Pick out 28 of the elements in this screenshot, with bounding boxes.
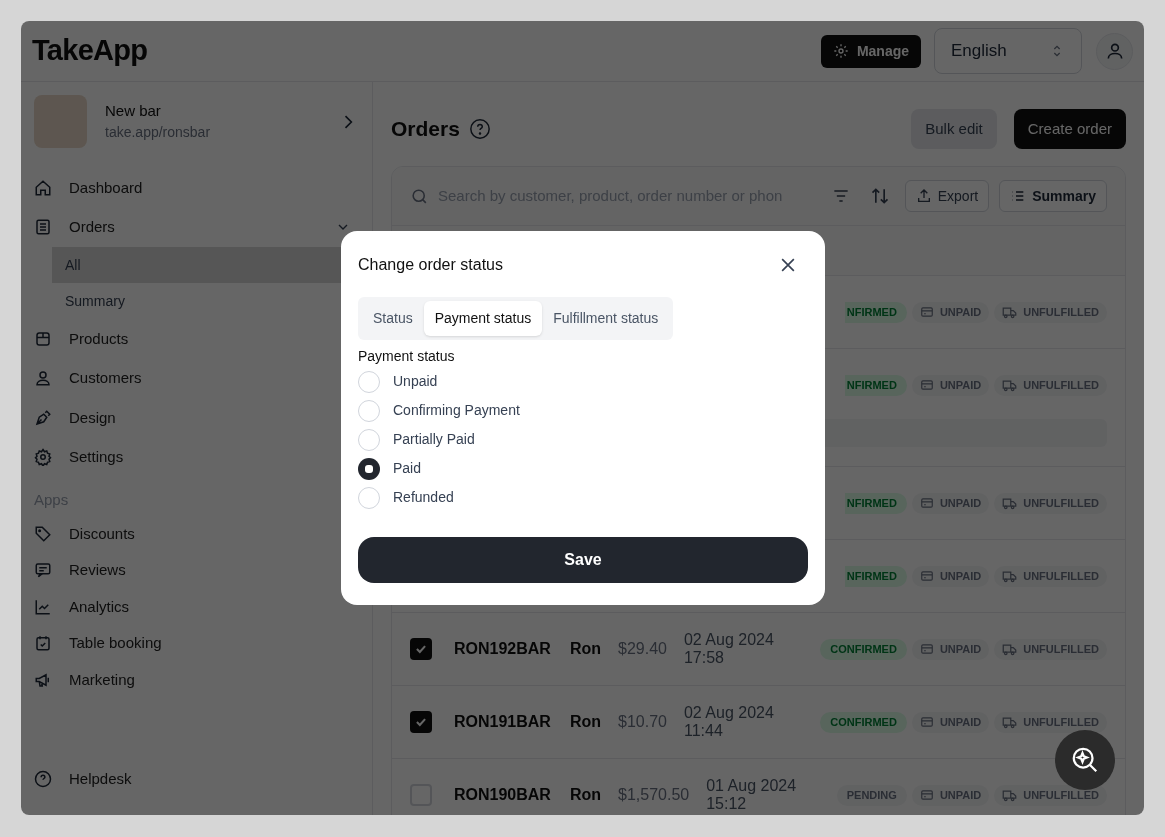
order-time: 17:58 xyxy=(683,649,725,667)
radio-label: Confirming Payment xyxy=(393,401,520,420)
status-badge: NFIRMED xyxy=(844,374,907,396)
status-badge: CONFIRMED xyxy=(820,711,907,733)
customer-name: Ron xyxy=(569,639,602,659)
store-name: New bar xyxy=(105,100,162,121)
order-total: $10.70 xyxy=(618,712,667,732)
radio-label: Refunded xyxy=(393,488,454,507)
order-time: 11:44 xyxy=(683,722,724,740)
logo: TakeApp xyxy=(32,33,148,69)
order-date: 02 Aug 2024 xyxy=(683,704,774,722)
order-date: 02 Aug 2024 xyxy=(683,631,774,649)
customer-name: Ron xyxy=(569,712,602,732)
customer-name: Ron xyxy=(569,785,602,805)
order-total: $29.40 xyxy=(618,639,667,659)
status-badge: CONFIRMED xyxy=(820,638,907,660)
status-badge: NFIRMED xyxy=(844,565,907,587)
field-label: Payment status xyxy=(358,347,456,366)
radio-label: Partially Paid xyxy=(393,430,475,449)
store-url: take.app/ronsbar xyxy=(105,123,212,143)
page-title: Orders xyxy=(391,116,460,143)
status-badge: NFIRMED xyxy=(844,301,907,323)
status-badge: NFIRMED xyxy=(844,492,907,514)
order-time: 15:12 xyxy=(706,795,748,813)
radio-label: Unpaid xyxy=(393,372,438,391)
order-total: $1,570.50 xyxy=(618,785,690,805)
radio-label: Paid xyxy=(393,459,422,478)
order-date: 01 Aug 2024 xyxy=(706,777,797,795)
